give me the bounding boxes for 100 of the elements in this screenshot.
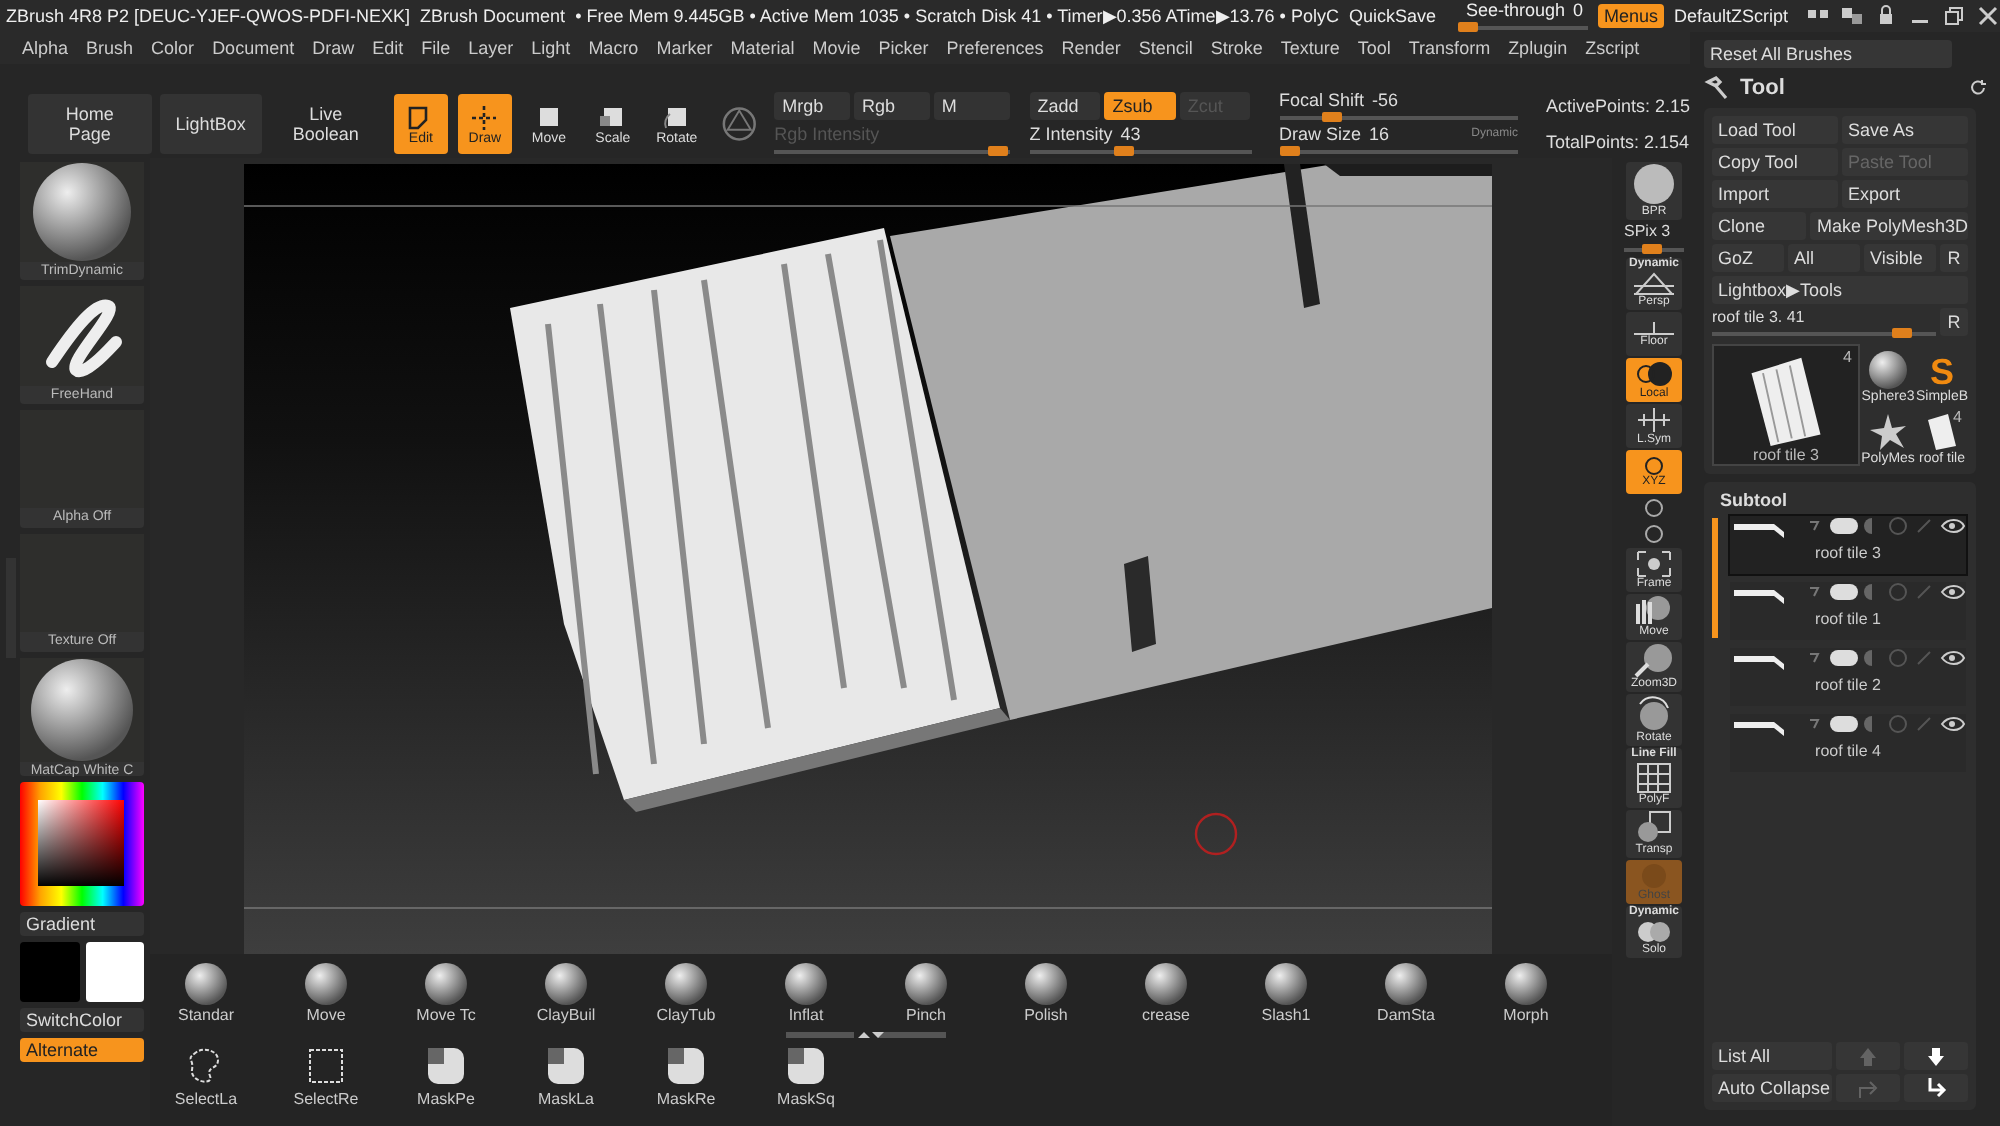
color-swatch[interactable] [20, 942, 79, 1002]
menus-button[interactable]: Menus [1597, 4, 1664, 28]
tool-button[interactable]: Make PolyMesh3D [1810, 212, 1968, 240]
alternate-button[interactable]: Alternate [20, 1038, 144, 1062]
brush-button[interactable]: Pinch [870, 962, 982, 1030]
gradient-button[interactable]: Gradient [20, 912, 144, 936]
subtool-item[interactable]: roof tile 3 [1728, 514, 1968, 576]
switch-color-button[interactable]: SwitchColor [20, 1008, 144, 1032]
menu-item[interactable]: File [421, 38, 451, 58]
menu-item[interactable]: Marker [656, 38, 713, 58]
mode-toggle[interactable]: M [933, 91, 1010, 119]
script-name[interactable]: DefaultZScript [1673, 6, 1788, 26]
tool-count: 4 [1953, 408, 1962, 426]
slider-thumb[interactable] [1114, 145, 1135, 155]
brush-button[interactable]: Morph [1470, 962, 1582, 1030]
quicksave-button[interactable]: QuickSave [1348, 6, 1436, 26]
floor-icon [1632, 319, 1676, 335]
menu-item[interactable]: Layer [468, 38, 514, 58]
brush-button[interactable]: Inflat [750, 962, 862, 1030]
mode-toggle[interactable]: Rgb [854, 91, 930, 119]
tool-button[interactable]: GoZ [1712, 244, 1784, 272]
subtool-button[interactable]: Auto Collapse [1712, 1074, 1832, 1102]
brush-button[interactable]: ClayBuil [510, 962, 622, 1030]
selection-brush-button[interactable]: MaskRe [630, 1042, 742, 1110]
toolbar-button[interactable]: Live Boolean [269, 94, 384, 154]
menu-item[interactable]: Tool [1357, 38, 1391, 58]
menu-item[interactable]: Alpha [22, 38, 69, 58]
reset-brushes-button[interactable]: Reset All Brushes [1704, 40, 1952, 68]
reset-button[interactable]: R [1940, 308, 1968, 336]
layout-icon[interactable] [1840, 4, 1864, 28]
brush-button[interactable]: DamSta [1350, 962, 1462, 1030]
brush-sphere-icon [1384, 962, 1428, 1006]
subtool-item[interactable]: roof tile 2 [1728, 646, 1968, 708]
menu-item[interactable]: Macro [588, 38, 639, 58]
slider-thumb[interactable] [1458, 21, 1479, 31]
lock-icon[interactable] [1874, 4, 1898, 28]
menu-item[interactable]: Preferences [946, 38, 1044, 58]
slider-thumb[interactable] [1641, 244, 1661, 254]
menu-item[interactable]: Stroke [1210, 38, 1263, 58]
menu-item[interactable]: Zplugin [1508, 38, 1568, 58]
arrow-button[interactable] [1904, 1042, 1968, 1070]
selection-brush-button[interactable]: SelectRe [270, 1042, 382, 1110]
color-swatch[interactable] [85, 942, 144, 1002]
arrow-button[interactable] [1904, 1074, 1968, 1102]
tool-button[interactable]: Visible [1864, 244, 1936, 272]
toolbar-button[interactable]: LightBox [159, 94, 262, 154]
tool-button[interactable]: Lightbox▶Tools [1712, 276, 1968, 304]
menu-item[interactable]: Material [730, 38, 795, 58]
menu-item[interactable]: Color [151, 38, 195, 58]
menu-item[interactable]: Transform [1408, 38, 1491, 58]
brush-button[interactable]: Move Tc [390, 962, 502, 1030]
tool-button[interactable]: Load Tool [1712, 116, 1838, 144]
subtool-button[interactable]: List All [1712, 1042, 1832, 1070]
menu-item[interactable]: Movie [812, 38, 861, 58]
brush-sphere-icon [784, 962, 828, 1006]
menu-item[interactable]: Edit [372, 38, 404, 58]
selection-brush-button[interactable]: MaskLa [510, 1042, 622, 1110]
mode-toggle[interactable]: Zsub [1104, 91, 1176, 119]
mode-toggle[interactable]: Zadd [1029, 91, 1101, 119]
tool-button[interactable]: Copy Tool [1712, 148, 1838, 176]
color-picker[interactable] [20, 782, 144, 906]
slider-thumb[interactable] [1280, 146, 1301, 156]
tool-button[interactable]: Save As [1842, 116, 1968, 144]
mode-toggle[interactable]: Mrgb [774, 91, 850, 119]
menu-item[interactable]: Texture [1280, 38, 1340, 58]
selection-brush-button[interactable]: SelectLa [150, 1042, 262, 1110]
spix-label: SPix 3 [1624, 222, 1673, 242]
tool-button[interactable]: Export [1842, 180, 1968, 208]
menu-item[interactable]: Stencil [1138, 38, 1193, 58]
subtool-item[interactable]: roof tile 1 [1728, 580, 1968, 642]
transp-icon [1636, 810, 1672, 844]
brush-button[interactable]: Move [270, 962, 382, 1030]
brush-button[interactable]: ClayTub [630, 962, 742, 1030]
menu-item[interactable]: Render [1061, 38, 1121, 58]
brush-button[interactable]: Slash1 [1230, 962, 1342, 1030]
current-tool-thumbnail[interactable]: 4 roof tile 3 [1712, 344, 1860, 466]
toolbar-button[interactable]: Home Page [28, 94, 152, 154]
polyf-icon [1636, 762, 1672, 794]
tool-button[interactable]: All [1788, 244, 1860, 272]
menu-item[interactable]: Light [531, 38, 571, 58]
tool-button[interactable]: Import [1712, 180, 1838, 208]
selection-brush-button[interactable]: MaskPe [390, 1042, 502, 1110]
brush-button[interactable]: Polish [990, 962, 1102, 1030]
tool-button[interactable]: Clone [1712, 212, 1807, 240]
brush-button[interactable]: crease [1110, 962, 1222, 1030]
slider-thumb[interactable] [1321, 112, 1342, 122]
menu-item[interactable]: Zscript [1585, 38, 1640, 58]
tool-button[interactable]: R [1940, 244, 1968, 272]
restore-icon[interactable] [1942, 4, 1966, 28]
menu-item[interactable]: Document [212, 38, 295, 58]
document-canvas[interactable] [244, 164, 1492, 954]
close-icon[interactable] [1976, 4, 2000, 28]
menu-item[interactable]: Draw [312, 38, 355, 58]
slider-thumb[interactable] [1892, 328, 1913, 338]
scrollbar-thumb[interactable] [1712, 518, 1718, 638]
brush-button[interactable]: Standar [150, 962, 262, 1030]
selection-brush-button[interactable]: MaskSq [750, 1042, 862, 1110]
menu-item[interactable]: Brush [86, 38, 134, 58]
subtool-item[interactable]: roof tile 4 [1728, 712, 1968, 774]
menu-item[interactable]: Picker [878, 38, 929, 58]
